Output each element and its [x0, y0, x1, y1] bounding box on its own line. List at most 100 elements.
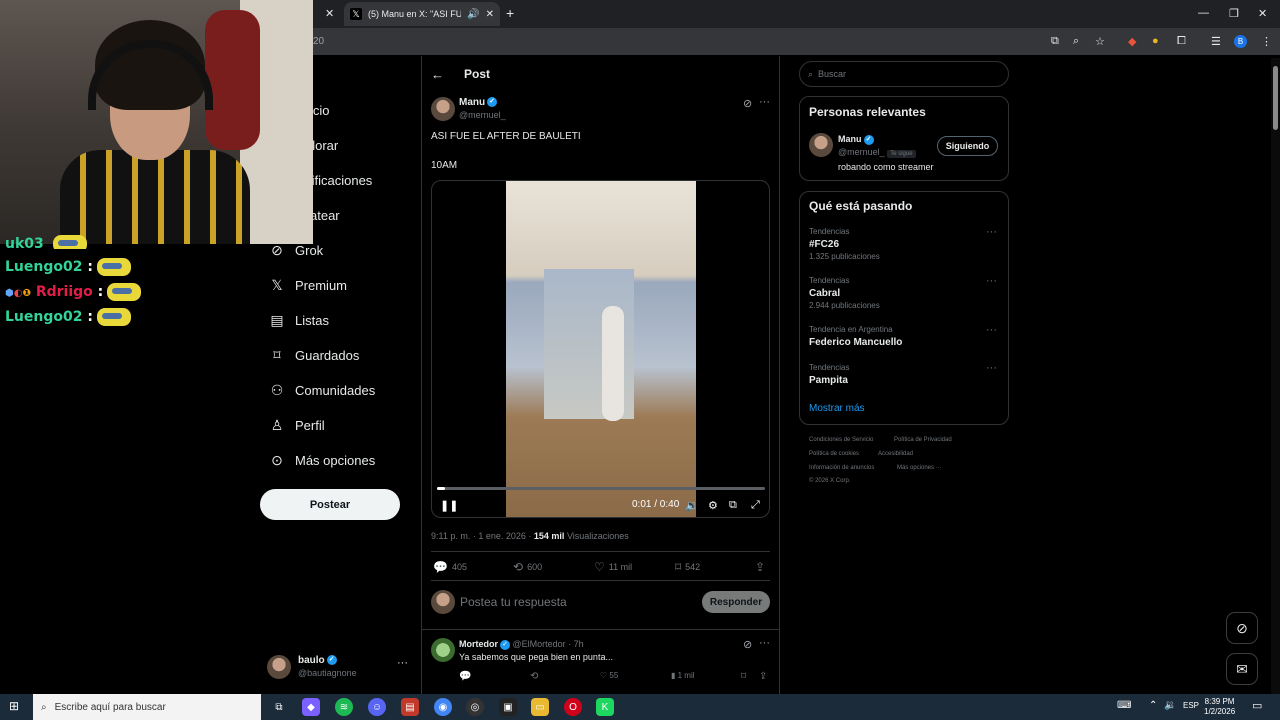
author-handle[interactable]: @mernuel_: [459, 110, 506, 120]
grok-icon[interactable]: ⊘: [743, 638, 752, 651]
trend-name[interactable]: #FC26: [809, 239, 839, 250]
siguiendo-button[interactable]: Siguiendo: [937, 136, 998, 156]
keyboard-icon[interactable]: ⌨: [1117, 700, 1131, 711]
more-icon[interactable]: ···: [986, 362, 997, 374]
footer-link[interactable]: Accesibilidad: [878, 451, 913, 457]
close-window-icon[interactable]: ✕: [1258, 7, 1267, 20]
taskbar-search[interactable]: ⌕ Escribe aquí para buscar: [33, 694, 261, 720]
obs-icon[interactable]: ◎: [466, 698, 484, 716]
extension-icon[interactable]: ●: [1152, 35, 1159, 47]
nav-guardados[interactable]: ⌑ Guardados: [268, 347, 359, 364]
copilot-icon[interactable]: ◆: [302, 698, 320, 716]
spotify-icon[interactable]: ≋: [335, 698, 353, 716]
nav-mas-opciones[interactable]: ⊙ Más opciones: [268, 452, 375, 469]
more-icon[interactable]: ···: [986, 226, 997, 238]
extensions-icon[interactable]: ⧠: [1177, 35, 1186, 48]
minimize-icon[interactable]: —: [1198, 7, 1209, 19]
pip-icon[interactable]: ⧉: [729, 499, 737, 512]
relevant-name-row[interactable]: Manu ✓: [838, 134, 874, 145]
views-action[interactable]: ▮ 1 mil: [671, 671, 695, 680]
video-player[interactable]: ❚❚ 0:01 / 0:40 🔉 ⚙ ⧉ ⤢: [431, 180, 770, 518]
avatar[interactable]: [431, 97, 455, 121]
nav-grok[interactable]: ⊘ Grok: [268, 242, 323, 259]
footer-link[interactable]: Política de cookies: [809, 451, 859, 457]
footer-link[interactable]: Política de Privacidad: [894, 437, 952, 443]
responder-button[interactable]: Responder: [702, 591, 770, 613]
app-icon[interactable]: ▤: [401, 698, 419, 716]
install-icon[interactable]: ⧉: [1051, 35, 1059, 48]
reply-author-row[interactable]: Mortedor ✓ @ElMortedor · 7h: [459, 639, 584, 650]
repost-action[interactable]: ⟲ 600: [513, 560, 542, 574]
back-arrow-icon[interactable]: ←: [431, 67, 444, 82]
search-input[interactable]: ⌕ Buscar: [799, 61, 1009, 87]
close-icon[interactable]: ✕: [325, 7, 334, 20]
file-explorer-icon[interactable]: ▭: [531, 698, 549, 716]
avatar[interactable]: [809, 133, 833, 157]
show-more-link[interactable]: Mostrar más: [809, 403, 865, 414]
new-tab-icon[interactable]: +: [506, 5, 514, 21]
nav-perfil[interactable]: ♙ Perfil: [268, 417, 325, 434]
share-icon[interactable]: ⇪: [759, 671, 767, 682]
settings-icon[interactable]: ⚙: [708, 499, 718, 512]
avatar[interactable]: [431, 638, 455, 662]
account-switcher[interactable]: baulo ✓ @bautiagnone ···: [266, 653, 416, 683]
star-icon[interactable]: ☆: [1095, 35, 1105, 48]
clock[interactable]: 8:39 PM 1/2/2026: [1204, 697, 1235, 717]
trend-name[interactable]: Cabral: [809, 288, 840, 299]
nav-comunidades[interactable]: ⚇ Comunidades: [268, 382, 376, 399]
grok-float-button[interactable]: ⊘: [1226, 612, 1258, 644]
notification-icon[interactable]: ▭: [1252, 699, 1262, 712]
volume-icon[interactable]: 🔉: [1164, 700, 1176, 711]
pause-icon[interactable]: ❚❚: [440, 499, 458, 512]
windows-start-icon[interactable]: ⊞: [9, 699, 19, 713]
repost-icon[interactable]: ⟲: [530, 671, 538, 682]
restore-icon[interactable]: ❐: [1229, 7, 1239, 20]
author-row[interactable]: Manu ✓: [459, 97, 498, 108]
volume-icon[interactable]: 🔉: [685, 499, 699, 512]
close-icon[interactable]: ✕: [486, 9, 494, 20]
more-icon[interactable]: ···: [397, 657, 408, 669]
scrollbar[interactable]: [1271, 58, 1280, 694]
discord-icon[interactable]: ☺: [368, 698, 386, 716]
footer-link[interactable]: Más opciones ···: [897, 465, 942, 471]
like-action[interactable]: ♡ 11 mil: [594, 560, 632, 574]
bookmark-icon[interactable]: ⌑: [741, 671, 746, 682]
extension-icon[interactable]: ◆: [1128, 35, 1136, 48]
footer-link[interactable]: Información de anuncios: [809, 465, 874, 471]
media-icon[interactable]: ☰: [1211, 35, 1221, 48]
zoom-icon[interactable]: ⌕: [1073, 35, 1079, 48]
more-icon[interactable]: ···: [759, 96, 770, 108]
app-icon[interactable]: ▣: [499, 698, 517, 716]
more-icon[interactable]: ···: [986, 275, 997, 287]
fullscreen-icon[interactable]: ⤢: [751, 499, 760, 512]
profile-avatar[interactable]: B: [1234, 35, 1247, 48]
like-action[interactable]: ♡ 55: [600, 671, 618, 680]
chevron-up-icon[interactable]: ⌃: [1149, 700, 1157, 711]
menu-icon[interactable]: ⋮: [1261, 35, 1272, 48]
url-text[interactable]: 20: [313, 36, 324, 47]
footer-link[interactable]: Condiciones de Servicio: [809, 437, 873, 443]
chrome-icon[interactable]: ◉: [434, 698, 452, 716]
tab-active[interactable]: 𝕏 (5) Manu en X: "ASI FUE EL 🔊 ✕: [344, 2, 500, 26]
grok-icon[interactable]: ⊘: [743, 97, 752, 110]
task-view-icon[interactable]: ⧉: [270, 698, 288, 716]
reply-action[interactable]: 💬 405: [433, 560, 467, 574]
postear-button[interactable]: Postear: [260, 489, 400, 520]
opera-icon[interactable]: O: [564, 698, 582, 716]
nav-premium[interactable]: 𝕏 Premium: [268, 277, 347, 294]
more-icon[interactable]: ···: [759, 637, 770, 649]
trend-name[interactable]: Pampita: [809, 375, 848, 386]
reply-input[interactable]: Postea tu respuesta: [460, 595, 567, 609]
kick-icon[interactable]: K: [596, 698, 614, 716]
video-progress-bar[interactable]: [437, 487, 765, 490]
scrollbar-thumb[interactable]: [1273, 66, 1278, 130]
more-icon[interactable]: ···: [986, 324, 997, 336]
language-indicator[interactable]: ESP: [1183, 701, 1199, 710]
trend-name[interactable]: Federico Mancuello: [809, 337, 902, 348]
reply-icon[interactable]: 💬: [459, 671, 471, 682]
bookmark-action[interactable]: ⌑ 542: [675, 560, 700, 574]
share-action[interactable]: ⇪: [755, 560, 769, 574]
messages-float-button[interactable]: ✉: [1226, 653, 1258, 685]
speaker-icon[interactable]: 🔊: [467, 9, 479, 20]
nav-listas[interactable]: ▤ Listas: [268, 312, 329, 329]
